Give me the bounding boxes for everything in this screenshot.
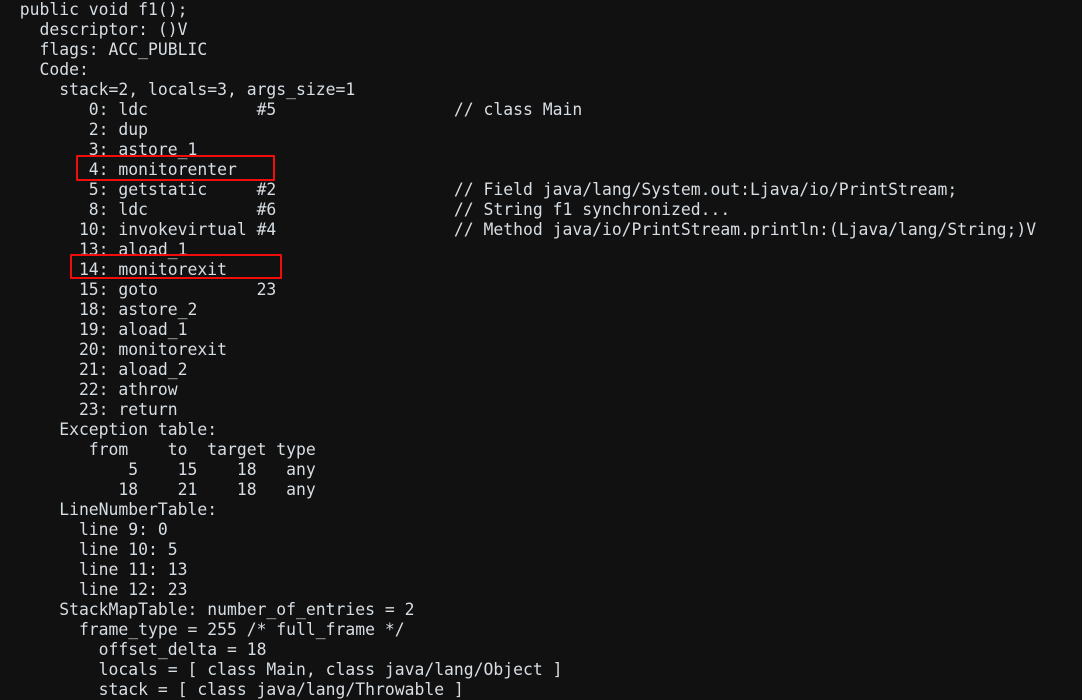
code-line-exception-table-row: 18 21 18 any <box>0 480 316 499</box>
code-line: 10: invokevirtual #4 // Method java/io/P… <box>0 220 1037 239</box>
code-line: line 9: 0 <box>0 520 168 539</box>
javap-bytecode-listing[interactable]: public void f1(); descriptor: ()V flags:… <box>0 0 1082 700</box>
code-line: descriptor: ()V <box>0 20 188 39</box>
code-line: 21: aload_2 <box>0 360 188 379</box>
code-line-exception-table-heading: Exception table: <box>0 420 218 439</box>
code-line: Code: <box>0 60 89 79</box>
code-line: 23: return <box>0 400 178 419</box>
code-line: flags: ACC_PUBLIC <box>0 40 208 59</box>
code-line-monitorexit: 14: monitorexit <box>0 260 227 279</box>
code-line: 19: aload_1 <box>0 320 188 339</box>
code-line: frame_type = 255 /* full_frame */ <box>0 620 405 639</box>
code-line: 0: ldc #5 // class Main <box>0 100 583 119</box>
code-line: 5: getstatic #2 // Field java/lang/Syste… <box>0 180 958 199</box>
code-line: 15: goto 23 <box>0 280 277 299</box>
code-line: 8: ldc #6 // String f1 synchronized... <box>0 200 731 219</box>
code-line-stackmaptable-heading: StackMapTable: number_of_entries = 2 <box>0 600 415 619</box>
code-line: line 11: 13 <box>0 560 188 579</box>
code-line: stack = [ class java/lang/Throwable ] <box>0 680 464 699</box>
code-line-monitorenter: 4: monitorenter <box>0 160 237 179</box>
code-line: 2: dup <box>0 120 149 139</box>
code-line: locals = [ class Main, class java/lang/O… <box>0 660 563 679</box>
code-line: 20: monitorexit <box>0 340 227 359</box>
code-line: public void f1(); <box>0 0 188 19</box>
code-line: 13: aload_1 <box>0 240 188 259</box>
code-line: line 12: 23 <box>0 580 188 599</box>
code-line: 18: astore_2 <box>0 300 198 319</box>
code-line-exception-table-header: from to target type <box>0 440 316 459</box>
code-line: 22: athrow <box>0 380 178 399</box>
code-line: stack=2, locals=3, args_size=1 <box>0 80 356 99</box>
code-line: offset_delta = 18 <box>0 640 267 659</box>
code-line: line 10: 5 <box>0 540 178 559</box>
code-line-linenumbertable-heading: LineNumberTable: <box>0 500 218 519</box>
code-line-exception-table-row: 5 15 18 any <box>0 460 316 479</box>
code-line: 3: astore_1 <box>0 140 198 159</box>
terminal-output-pane: public void f1(); descriptor: ()V flags:… <box>0 0 1082 700</box>
